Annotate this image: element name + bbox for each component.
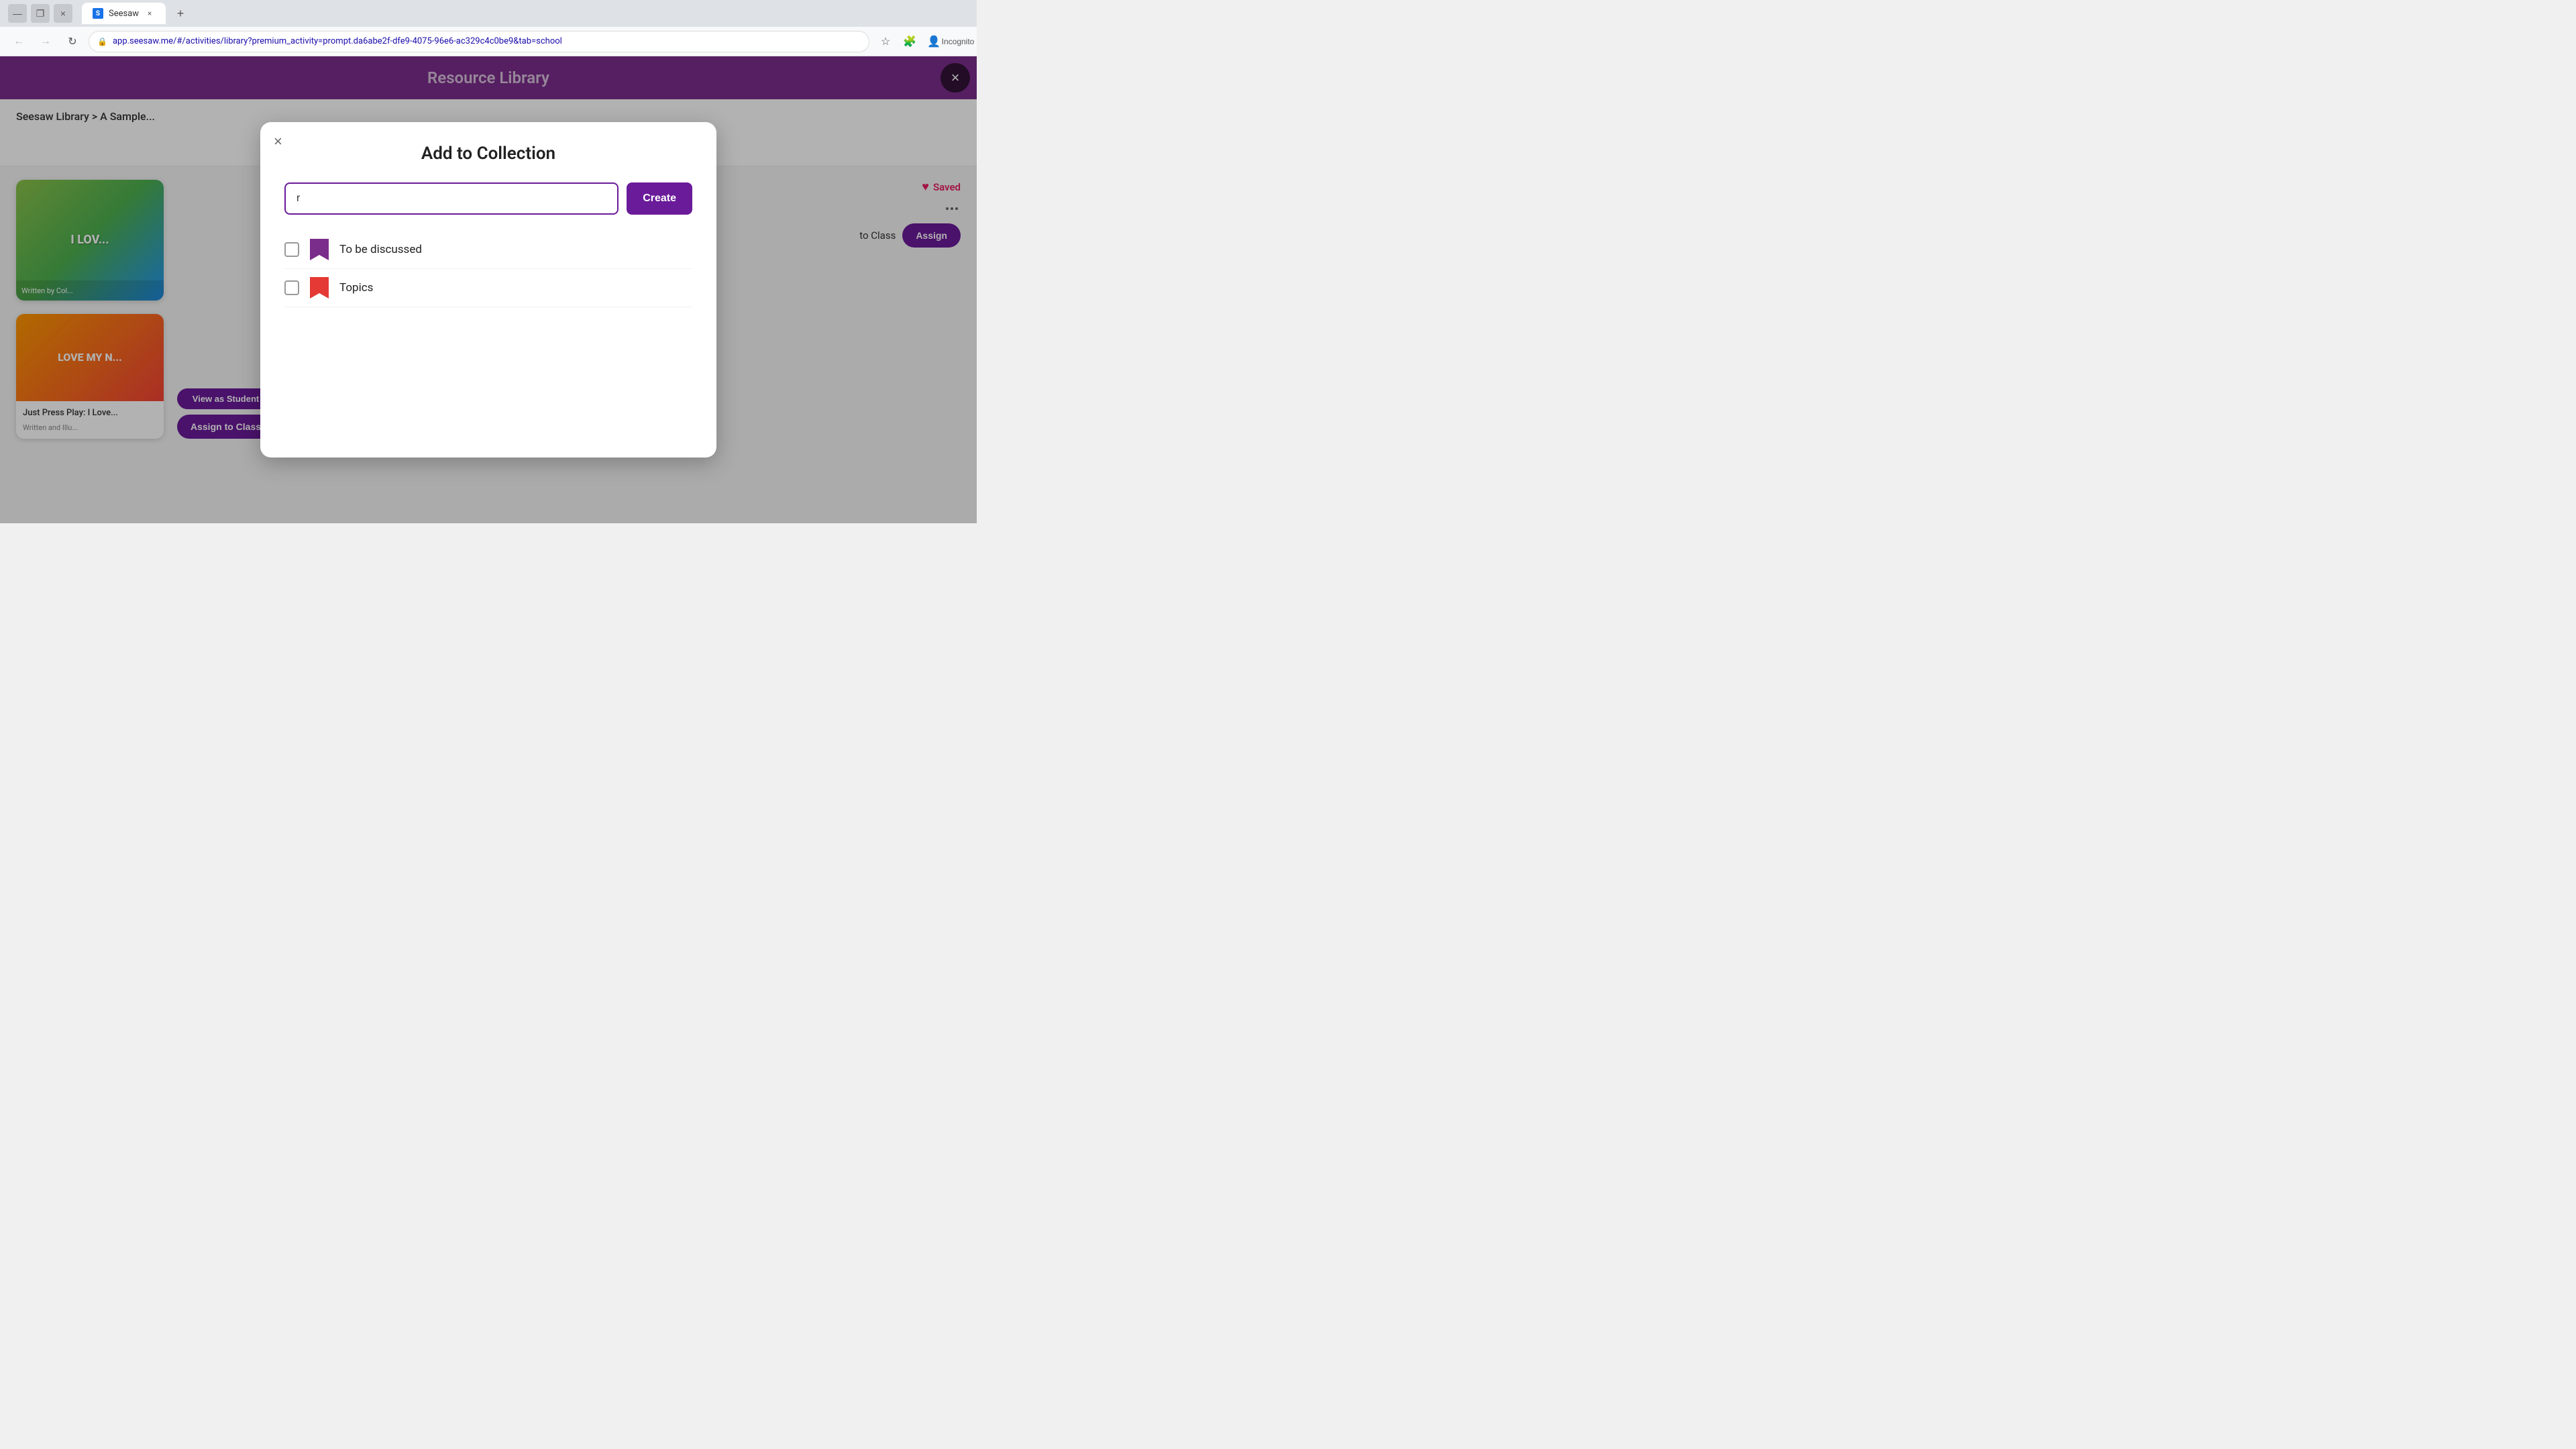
back-button[interactable]: ← (8, 31, 30, 52)
collection-item-2: Topics (284, 269, 692, 307)
forward-button[interactable]: → (35, 31, 56, 52)
new-tab-button[interactable]: + (171, 4, 190, 23)
tab-close-button[interactable]: × (144, 8, 155, 19)
modal-input-row: Create (284, 182, 692, 215)
collection-item-1: To be discussed (284, 231, 692, 269)
refresh-button[interactable]: ↻ (62, 31, 83, 52)
maximize-button[interactable]: ❐ (31, 4, 50, 23)
tab-favicon: S (93, 8, 103, 19)
nav-bar: ← → ↻ 🔒 app.seesaw.me/#/activities/libra… (0, 27, 977, 56)
modal-overlay: × Add to Collection Create To be discuss… (0, 56, 977, 523)
browser-tab[interactable]: S Seesaw × (82, 3, 166, 24)
create-collection-button[interactable]: Create (627, 182, 692, 215)
modal-close-button[interactable]: × (274, 133, 282, 150)
minimize-button[interactable]: — (8, 4, 27, 23)
page-content: Resource Library Seesaw Library > A Samp… (0, 56, 977, 523)
collection-2-checkbox[interactable] (284, 280, 299, 295)
modal-title: Add to Collection (284, 144, 692, 164)
nav-actions: ☆ 🧩 👤 Incognito (875, 31, 969, 52)
title-bar: — ❐ × S Seesaw × + (0, 0, 977, 27)
close-window-button[interactable]: × (54, 4, 72, 23)
add-to-collection-modal: × Add to Collection Create To be discuss… (260, 122, 716, 458)
lock-icon: 🔒 (97, 37, 107, 46)
collection-1-name: To be discussed (339, 243, 422, 256)
collection-2-bookmark-icon (310, 277, 329, 299)
address-bar[interactable]: 🔒 app.seesaw.me/#/activities/library?pre… (89, 31, 869, 52)
address-text: app.seesaw.me/#/activities/library?premi… (113, 36, 861, 46)
collection-1-bookmark-icon (310, 239, 329, 260)
collection-name-input[interactable] (284, 182, 619, 215)
window-controls: — ❐ × (8, 4, 72, 23)
incognito-button[interactable]: Incognito (947, 31, 969, 52)
tab-bar: S Seesaw × + (82, 1, 969, 25)
extensions-button[interactable]: 🧩 (899, 31, 920, 52)
collection-1-checkbox[interactable] (284, 242, 299, 257)
collection-2-name: Topics (339, 281, 373, 294)
tab-label: Seesaw (109, 9, 139, 19)
browser-chrome: — ❐ × S Seesaw × + ← → ↻ 🔒 app.seesaw.me… (0, 0, 977, 56)
bookmark-button[interactable]: ☆ (875, 31, 896, 52)
